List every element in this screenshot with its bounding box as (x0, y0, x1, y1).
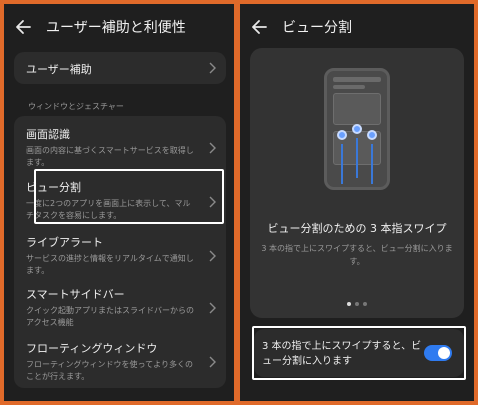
illustration-title: ビュー分割のための 3 本指スワイプ (267, 222, 447, 235)
split-view-panel: ビュー分割 ビュー分割のための 3 本指スワイプ 3 本の指で上にスワイプすると… (240, 4, 474, 401)
illustration-card: ビュー分割のための 3 本指スワイプ 3 本の指で上にスワイプすると、ビュー分割… (250, 48, 464, 318)
accessibility-item[interactable]: ユーザー補助 (14, 61, 226, 77)
item-subtitle: 画面の内容に基づくスマートサービスを取得します。 (26, 146, 194, 167)
page-dot[interactable] (363, 302, 367, 306)
chevron-right-icon (208, 302, 216, 314)
item-title: ライブアラート (26, 236, 103, 249)
finger-dot-icon (367, 130, 377, 140)
item-subtitle: クイック起動アプリまたはスライドバーからのアクセス機能 (26, 306, 194, 327)
accessibility-label: ユーザー補助 (26, 63, 92, 76)
page-title: ユーザー補助と利便性 (46, 20, 186, 36)
chevron-right-icon (208, 142, 216, 154)
section-label: ウィンドウとジェスチャー (28, 102, 124, 111)
list-item-smart-sidebar[interactable]: スマートサイドバー クイック起動アプリまたはスライドバーからのアクセス機能 (14, 286, 226, 329)
item-subtitle: サービスの進捗と情報をリアルタイムで通知します。 (26, 254, 194, 275)
chevron-right-icon (208, 356, 216, 368)
page-indicator (250, 302, 464, 306)
header: ユーザー補助と利便性 (14, 16, 226, 38)
page-dot[interactable] (347, 302, 351, 306)
list-item-screen-recognition[interactable]: 画面認識 画面の内容に基づくスマートサービスを取得します。 (14, 126, 226, 169)
chevron-right-icon (208, 250, 216, 262)
accessibility-card[interactable]: ユーザー補助 (14, 52, 226, 84)
item-title: フローティングウィンドウ (26, 342, 158, 355)
settings-panel: ユーザー補助と利便性 ユーザー補助 ウィンドウとジェスチャー 画面認識 画面の内… (4, 4, 234, 401)
finger-dot-icon (337, 130, 347, 140)
finger-dot-icon (352, 124, 362, 134)
selection-highlight (252, 326, 466, 380)
window-gesture-card: 画面認識 画面の内容に基づくスマートサービスを取得します。 ビュー分割 一度に2… (14, 116, 226, 388)
back-arrow-icon[interactable] (250, 17, 270, 37)
illustration-description: 3 本の指で上にスワイプすると、ビュー分割に入ります。 (261, 244, 453, 266)
page-title: ビュー分割 (282, 20, 352, 36)
selection-highlight (34, 169, 224, 224)
back-arrow-icon[interactable] (14, 17, 34, 37)
item-title: スマートサイドバー (26, 288, 125, 301)
page-dot[interactable] (355, 302, 359, 306)
chevron-right-icon (208, 62, 216, 74)
list-item-live-alert[interactable]: ライブアラート サービスの進捗と情報をリアルタイムで通知します。 (14, 234, 226, 277)
header: ビュー分割 (250, 16, 466, 38)
list-item-floating-window[interactable]: フローティングウィンドウ フローティングウィンドウを使ってより多くのことが行えま… (14, 340, 226, 383)
item-title: 画面認識 (26, 128, 70, 141)
item-subtitle: フローティングウィンドウを使ってより多くのことが行えます。 (26, 360, 193, 381)
